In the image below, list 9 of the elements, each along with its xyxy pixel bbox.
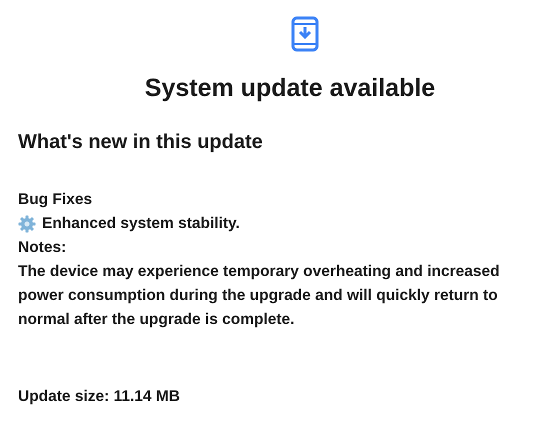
gear-icon bbox=[18, 215, 36, 233]
subheading: Notes: bbox=[18, 238, 68, 258]
subheading: Bug Fixes bbox=[18, 190, 94, 210]
notes-paragraph: The device may experience temporary overheating and increased power consumption during the upgrade and will quickly return to normal after the upgrade is complete. bbox=[18, 262, 501, 330]
phone-download-icon bbox=[290, 16, 320, 52]
dialog-title: System update available bbox=[144, 74, 436, 103]
section-heading: What's new in this update bbox=[18, 131, 264, 154]
update-size-text: Update size: 11.14 MB bbox=[18, 388, 181, 406]
item-text: Enhanced system stability. bbox=[42, 214, 240, 234]
